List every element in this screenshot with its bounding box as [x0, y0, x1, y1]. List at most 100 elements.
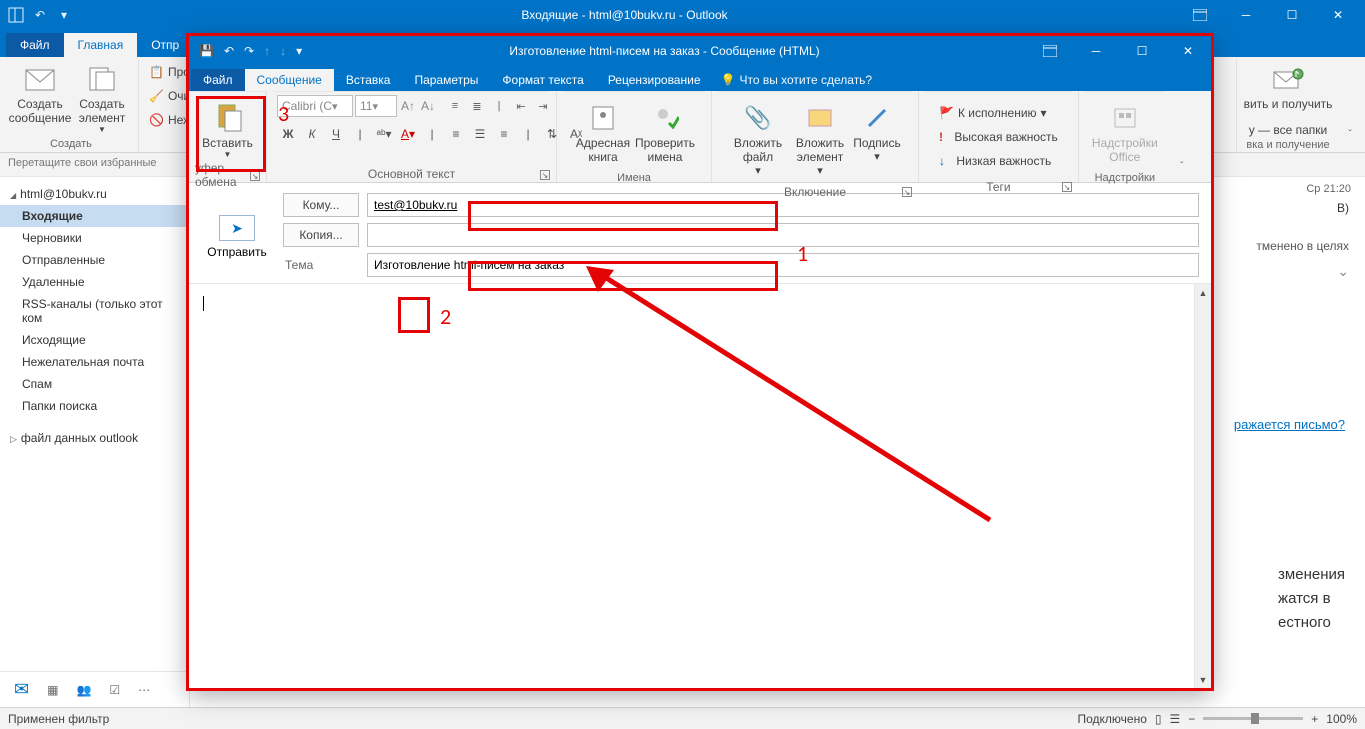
folder-nav: html@10bukv.ru Входящие Черновики Отправ… — [0, 177, 190, 707]
group-include: Включение↘ — [718, 185, 912, 199]
mail-icon[interactable]: ✉ — [14, 679, 29, 700]
align-right-icon[interactable]: ≡ — [493, 123, 515, 145]
body-scrollbar[interactable]: ▲▼ — [1194, 284, 1211, 688]
group-clipboard: уфер обмена↘ — [195, 167, 260, 183]
qat-dropdown-icon[interactable]: ▾ — [56, 7, 72, 23]
addins-button[interactable]: Надстройки Office — [1095, 100, 1155, 164]
tab-file[interactable]: Файл — [6, 33, 64, 57]
compose-body[interactable]: ▲▼ — [189, 283, 1211, 688]
font-size-select[interactable]: 11 ▾ — [355, 95, 397, 117]
view-normal-icon[interactable]: ▯ — [1155, 712, 1162, 726]
italic-icon[interactable]: К — [301, 123, 323, 145]
highlight-icon[interactable]: ᵃᵇ▾ — [373, 123, 395, 145]
numbering-icon[interactable]: ≣ — [467, 95, 487, 117]
subject-input[interactable] — [367, 253, 1199, 277]
followup-button[interactable]: 🚩К исполнению▾ — [935, 102, 1062, 124]
grow-font-icon[interactable]: A↑ — [399, 99, 417, 113]
shrink-font-icon[interactable]: A↓ — [419, 99, 437, 113]
zoom-in-icon[interactable]: + — [1311, 712, 1318, 726]
undo-icon[interactable]: ↶ — [32, 7, 48, 23]
folder-inbox[interactable]: Входящие — [0, 205, 189, 227]
zoom-slider[interactable] — [1203, 717, 1303, 720]
tab-review[interactable]: Рецензирование — [596, 69, 713, 91]
line-spacing-icon[interactable]: ⇅ — [541, 123, 563, 145]
attachitem-button[interactable]: Вложить элемент▾ — [790, 100, 850, 177]
sendreceive-button[interactable]: вить и получитьу — все папки — [1243, 61, 1333, 137]
tab-options[interactable]: Параметры — [402, 69, 490, 91]
tab-format[interactable]: Формат текста — [490, 69, 595, 91]
zoom-out-icon[interactable]: − — [1188, 712, 1195, 726]
checknames-button[interactable]: Проверить имена — [635, 100, 695, 164]
main-titlebar: ↶ ▾ Входящие - html@10bukv.ru - Outlook … — [0, 0, 1365, 30]
maximize-icon[interactable]: ☐ — [1119, 36, 1165, 66]
folder-deleted[interactable]: Удаленные — [0, 271, 189, 293]
tab-insert[interactable]: Вставка — [334, 69, 403, 91]
tab-file[interactable]: Файл — [191, 69, 245, 91]
highimportance-button[interactable]: ! Высокая важность — [935, 126, 1062, 148]
nav-bar-icons: ✉ ▦ 👥 ☑ ⋯ — [0, 671, 190, 707]
minimize-icon[interactable]: ─ — [1073, 36, 1119, 66]
annotation-3: 3 — [278, 100, 289, 127]
font-color-icon[interactable]: A▾ — [397, 123, 419, 145]
next-icon[interactable]: ↓ — [280, 44, 286, 58]
attachfile-button[interactable]: 📎Вложить файл▾ — [728, 100, 788, 177]
zoom-value: 100% — [1326, 712, 1357, 726]
undo-icon[interactable]: ↶ — [224, 44, 234, 58]
cc-input[interactable] — [367, 223, 1199, 247]
minimize-icon[interactable]: ─ — [1223, 0, 1269, 30]
indent-icon[interactable]: ⇥ — [533, 95, 553, 117]
qat-icon[interactable] — [8, 7, 24, 23]
preview-partial1: В) — [1337, 201, 1349, 215]
folder-drafts[interactable]: Черновики — [0, 227, 189, 249]
tasks-icon[interactable]: ☑ — [109, 683, 120, 697]
align-left-icon[interactable]: ≡ — [445, 123, 467, 145]
ribbon-display-icon[interactable] — [1027, 36, 1073, 66]
tab-sendreceive[interactable]: Отпр — [137, 33, 193, 57]
annotation-2: 2 — [440, 303, 451, 330]
signature-button[interactable]: Подпись▾ — [852, 100, 902, 163]
addressbook-button[interactable]: Адресная книга — [573, 100, 633, 164]
outdent-icon[interactable]: ⇤ — [511, 95, 531, 117]
more-icon[interactable]: ⋯ — [138, 683, 150, 697]
account2-node[interactable]: файл данных outlook — [0, 427, 189, 449]
bullets-icon[interactable]: ≡ — [445, 95, 465, 117]
view-reading-icon[interactable]: ☰ — [1170, 712, 1181, 726]
paste-button[interactable]: Вставить▼ — [200, 100, 256, 159]
send-button[interactable]: ➤ Отправить — [201, 193, 273, 277]
tab-home[interactable]: Главная — [64, 33, 138, 57]
folder-search[interactable]: Папки поиска — [0, 395, 189, 417]
folder-sent[interactable]: Отправленные — [0, 249, 189, 271]
tab-message[interactable]: Сообщение — [245, 69, 334, 91]
cc-button[interactable]: Копия... — [283, 223, 359, 247]
save-icon[interactable]: 💾 — [199, 44, 214, 58]
folder-spam[interactable]: Спам — [0, 373, 189, 395]
underline-icon[interactable]: Ч — [325, 123, 347, 145]
new-item-button[interactable]: Создать элемент▼ — [72, 61, 132, 134]
preview-chevron-icon[interactable]: ⌄ — [1337, 263, 1349, 280]
lowimportance-button[interactable]: ↓ Низкая важность — [935, 150, 1062, 172]
redo-icon[interactable]: ↷ — [244, 44, 254, 58]
preview-link[interactable]: ражается письмо? — [1234, 417, 1345, 432]
ribbon-display-icon[interactable] — [1177, 0, 1223, 30]
folder-junk[interactable]: Нежелательная почта — [0, 351, 189, 373]
group-sendrecv-label: вка и получение — [1243, 137, 1333, 152]
account-node[interactable]: html@10bukv.ru — [0, 183, 189, 205]
folder-outbox[interactable]: Исходящие — [0, 329, 189, 351]
people-icon[interactable]: 👥 — [76, 683, 91, 697]
maximize-icon[interactable]: ☐ — [1269, 0, 1315, 30]
folder-rss[interactable]: RSS-каналы (только этот ком — [0, 293, 189, 329]
close-icon[interactable]: ✕ — [1315, 0, 1361, 30]
calendar-icon[interactable]: ▦ — [47, 683, 58, 697]
tell-me[interactable]: 💡 Что вы хотите сделать? — [721, 73, 873, 91]
new-mail-button[interactable]: Создать сообщение — [10, 61, 70, 125]
to-button[interactable]: Кому... — [283, 193, 359, 217]
group-tags: Теги↘ — [925, 180, 1072, 194]
compose-header: ➤ Отправить Кому... Копия... Тема — [189, 183, 1211, 283]
status-bar: Применен фильтр Подключено ▯ ☰ − + 100% — [0, 707, 1365, 729]
ribbon-collapse-icon[interactable]: ˇ — [1171, 91, 1193, 182]
align-center-icon[interactable]: ☰ — [469, 123, 491, 145]
prev-icon[interactable]: ↑ — [264, 44, 270, 58]
close-icon[interactable]: ✕ — [1165, 36, 1211, 66]
ribbon-collapse-icon[interactable]: ˇ — [1339, 59, 1361, 152]
qat-dropdown-icon[interactable]: ▾ — [296, 44, 302, 58]
